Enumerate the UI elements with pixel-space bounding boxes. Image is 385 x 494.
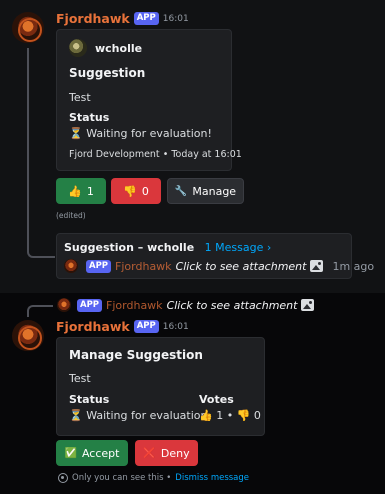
suggestion-embed: wcholle Suggestion Test Status ⏳ Waiting… — [56, 29, 242, 171]
thread-time: 1m ago — [332, 259, 375, 273]
footer-source: Fjord Development — [69, 149, 160, 160]
manage-label: Manage — [192, 184, 237, 198]
votes-down-count: 0 — [253, 409, 261, 422]
thumbs-down-icon: 👎 — [123, 184, 137, 198]
reply-author: Fjordhawk — [106, 298, 163, 312]
user-avatar — [69, 39, 87, 57]
votes-thumbs-up-icon: 👍 — [199, 409, 213, 422]
votes-line: 👍 1 • 👎 0 — [199, 409, 261, 422]
votes-label: Votes — [199, 393, 234, 406]
timestamp: 16:01 — [162, 13, 189, 24]
manage-status-line: ⏳ Waiting for evaluation — [69, 409, 207, 422]
app-badge: APP — [133, 12, 159, 25]
thread-preview[interactable]: Suggestion – wcholle 1 Message › APP Fjo… — [56, 233, 374, 279]
manage-embed-description: Test — [69, 372, 91, 385]
timestamp-2: 16:01 — [162, 321, 189, 332]
thread-name[interactable]: Suggestion – wcholle — [64, 241, 194, 254]
status-label: Status — [69, 111, 110, 124]
author-name-2[interactable]: Fjordhawk — [56, 319, 130, 334]
status-line: ⏳ Waiting for evaluation! — [69, 127, 212, 140]
reply-reference[interactable]: APP Fjordhawk Click to see attachment — [57, 298, 315, 312]
thread-preview-text: Click to see attachment — [175, 259, 307, 273]
manage-status-value: Waiting for evaluation — [86, 409, 208, 422]
hourglass-icon: ⏳ — [69, 127, 83, 140]
reply-text: Click to see attachment — [166, 298, 298, 312]
ephemeral-text: Only you can see this • — [72, 473, 172, 483]
edited-label: (edited) — [56, 211, 86, 220]
reply-connector — [27, 305, 53, 317]
bot-avatar-2[interactable] — [12, 320, 44, 352]
thread-message-count[interactable]: 1 Message › — [205, 241, 272, 254]
footer-separator: • — [162, 149, 169, 160]
manage-button[interactable]: 🔧 Manage — [167, 178, 244, 204]
deny-button[interactable]: ❌ Deny — [135, 440, 198, 466]
deny-label: Deny — [160, 446, 190, 460]
author-name[interactable]: Fjordhawk — [56, 11, 130, 26]
downvote-count: 0 — [141, 184, 149, 198]
embed-author[interactable]: wcholle — [95, 42, 142, 55]
votes-separator: • — [226, 409, 234, 422]
reply-image-icon — [301, 299, 315, 311]
accept-button[interactable]: ✅ Accept — [56, 440, 128, 466]
message2-header: Fjordhawk APP 16:01 — [56, 319, 189, 334]
accept-label: Accept — [81, 446, 120, 460]
reply-avatar — [57, 298, 71, 312]
thread-app-badge: APP — [86, 259, 112, 273]
upvote-button[interactable]: 👍 1 — [56, 178, 106, 204]
image-icon — [310, 260, 324, 272]
embed-footer: Fjord Development • Today at 16:01 — [69, 149, 242, 160]
ephemeral-notice: Only you can see this • Dismiss message — [58, 473, 249, 483]
thread-last-message: APP Fjordhawk Click to see attachment 1m… — [64, 259, 374, 273]
check-icon: ✅ — [64, 447, 77, 459]
app-badge-2: APP — [133, 320, 159, 333]
embed-title: Suggestion — [69, 66, 146, 80]
upvote-count: 1 — [86, 184, 94, 198]
thread-title-line: Suggestion – wcholle 1 Message › — [64, 241, 271, 254]
embed-description: Test — [69, 91, 91, 104]
bot-avatar[interactable] — [12, 12, 44, 44]
bot-mini-avatar — [64, 259, 78, 273]
cross-icon: ❌ — [143, 447, 156, 459]
message-header: Fjordhawk APP 16:01 — [56, 11, 189, 26]
downvote-button[interactable]: 👎 0 — [111, 178, 161, 204]
manage-embed: Manage Suggestion Test Status ⏳ Waiting … — [56, 337, 265, 436]
reply-app-badge: APP — [77, 298, 103, 312]
thread-connector — [27, 48, 55, 258]
eye-icon — [58, 473, 68, 483]
votes-up-count: 1 — [216, 409, 224, 422]
hourglass-icon-2: ⏳ — [69, 409, 83, 422]
thumbs-up-icon: 👍 — [68, 184, 82, 198]
thread-author: Fjordhawk — [115, 259, 172, 273]
manage-status-label: Status — [69, 393, 110, 406]
dismiss-message-link[interactable]: Dismiss message — [175, 473, 249, 483]
votes-thumbs-down-icon: 👎 — [236, 409, 251, 422]
manage-embed-title: Manage Suggestion — [69, 348, 203, 362]
status-value: Waiting for evaluation! — [86, 127, 212, 140]
wrench-icon: 🔧 — [174, 185, 188, 197]
footer-time: Today at 16:01 — [171, 149, 242, 160]
